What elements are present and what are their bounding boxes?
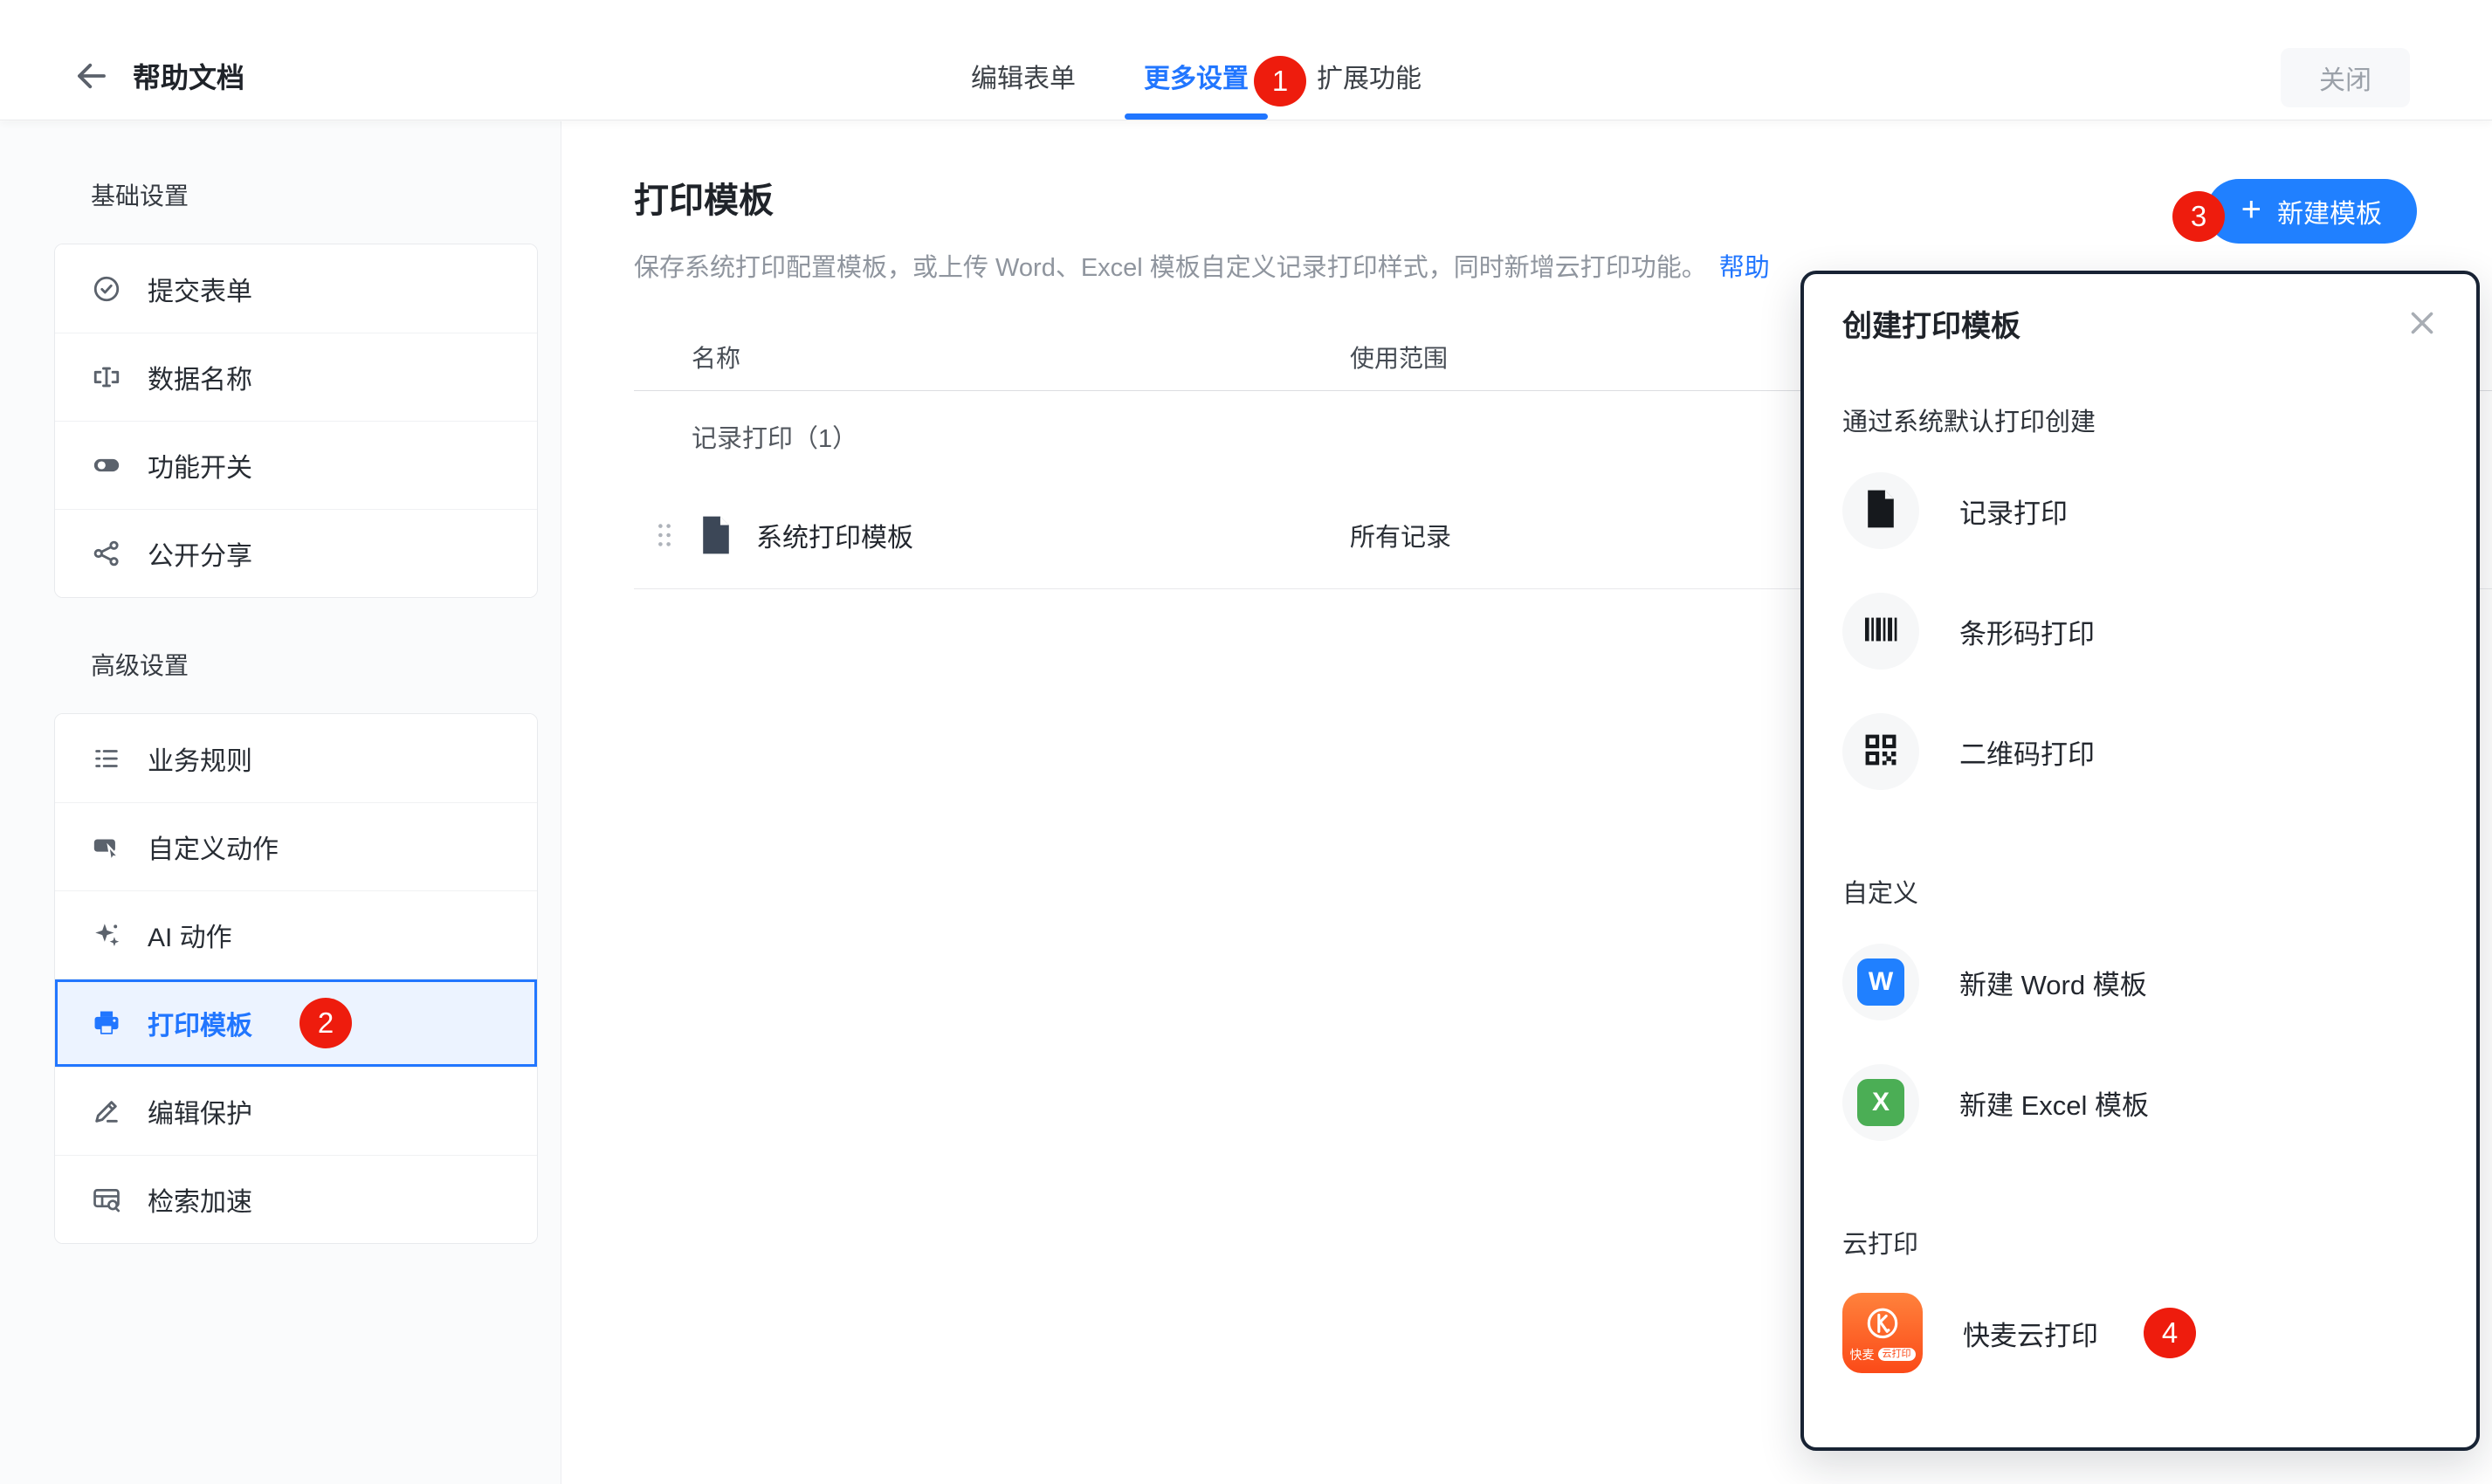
sidebar-item-label: 打印模板 <box>148 1004 252 1042</box>
tab-label: 扩展功能 <box>1317 57 1422 95</box>
modal-section-cloud-print: 云打印 <box>1842 1224 2438 1261</box>
sidebar-item-edit-protection[interactable]: 编辑保护 <box>55 1067 537 1155</box>
kuaimai-icon-text: 快麦 <box>1850 1349 1875 1361</box>
sidebar-item-custom-action[interactable]: 自定义动作 <box>55 802 537 890</box>
word-icon-circle: W <box>1842 944 1919 1020</box>
tab-extensions[interactable]: 扩展功能 <box>1317 31 1422 120</box>
modal-item-label: 二维码打印 <box>1959 732 2095 772</box>
step-badge-3: 3 <box>2172 191 2225 242</box>
document-icon <box>1863 489 1898 533</box>
sidebar-item-ai-action[interactable]: AI 动作 <box>55 890 537 979</box>
kuaimai-logo-icon: 快麦 云打印 <box>1842 1293 1923 1373</box>
excel-icon: X <box>1857 1079 1904 1126</box>
sidebar-item-label: 业务规则 <box>148 739 252 778</box>
sidebar-item-search-acceleration[interactable]: 检索加速 <box>55 1155 537 1243</box>
word-icon: W <box>1857 958 1904 1006</box>
modal-section-system-default: 通过系统默认打印创建 <box>1842 402 2438 438</box>
sidebar-item-label: 编辑保护 <box>148 1092 252 1130</box>
rename-icon <box>92 362 121 392</box>
column-header-name: 名称 <box>634 340 740 374</box>
modal-item-kuaimai-cloud-print[interactable]: 快麦 云打印 快麦云打印 4 <box>1842 1273 2438 1393</box>
sidebar-section-basic: 基础设置 <box>91 177 561 212</box>
create-template-modal: 创建打印模板 通过系统默认打印创建 记录打印 条形码打印 <box>1800 271 2480 1451</box>
share-icon <box>92 539 121 568</box>
template-name: 系统打印模板 <box>756 516 913 554</box>
modal-item-label: 记录打印 <box>1959 491 2068 531</box>
app-window: 帮助文档 编辑表单 更多设置 1 扩展功能 关闭 基础设置 提交表 <box>0 0 2492 1484</box>
sidebar-item-data-name[interactable]: 数据名称 <box>55 333 537 421</box>
modal-section-custom: 自定义 <box>1842 873 2438 910</box>
excel-icon-circle: X <box>1842 1064 1919 1141</box>
tab-edit-form[interactable]: 编辑表单 <box>971 31 1076 120</box>
drag-handle-icon[interactable] <box>655 522 674 548</box>
sidebar-item-submit-form[interactable]: 提交表单 <box>55 244 537 333</box>
plus-icon: + <box>2241 192 2261 227</box>
sidebar-item-label: AI 动作 <box>148 916 232 954</box>
modal-item-label: 新建 Excel 模板 <box>1959 1083 2149 1123</box>
toggle-icon <box>92 450 121 480</box>
list-icon <box>92 744 121 773</box>
description-text: 保存系统打印配置模板，或上传 Word、Excel 模板自定义记录打印样式，同时… <box>634 254 1707 282</box>
sidebar-item-feature-toggle[interactable]: 功能开关 <box>55 421 537 509</box>
tab-bar: 编辑表单 更多设置 1 扩展功能 <box>971 31 1422 120</box>
step-badge-4: 4 <box>2144 1308 2196 1358</box>
arrow-left-icon <box>73 58 110 94</box>
modal-title: 创建打印模板 <box>1842 302 2020 345</box>
sidebar-item-label: 自定义动作 <box>148 828 279 866</box>
tab-label: 更多设置 <box>1144 57 1249 95</box>
template-scope: 所有记录 <box>1350 517 1451 553</box>
modal-item-record-print[interactable]: 记录打印 <box>1842 450 2438 571</box>
sidebar-item-label: 功能开关 <box>148 446 252 484</box>
sidebar-card-basic: 提交表单 数据名称 功能开关 公开分享 <box>54 244 538 598</box>
sidebar-item-print-template[interactable]: 打印模板 2 <box>55 979 537 1067</box>
sidebar-card-advanced: 业务规则 自定义动作 AI 动作 打印模板 2 <box>54 713 538 1244</box>
step-badge-2: 2 <box>299 998 352 1048</box>
modal-item-barcode-print[interactable]: 条形码打印 <box>1842 571 2438 691</box>
modal-item-qrcode-print[interactable]: 二维码打印 <box>1842 691 2438 812</box>
close-icon[interactable] <box>2406 307 2438 339</box>
topbar: 帮助文档 编辑表单 更多设置 1 扩展功能 关闭 <box>0 0 2492 120</box>
sidebar-section-advanced: 高级设置 <box>91 647 561 682</box>
kuaimai-icon-pill: 云打印 <box>1878 1348 1916 1361</box>
pencil-icon <box>92 1096 121 1126</box>
document-icon <box>699 515 733 555</box>
active-tab-underline <box>1125 113 1268 120</box>
printer-icon <box>92 1008 121 1038</box>
help-link[interactable]: 帮助 <box>1719 254 1770 282</box>
tab-label: 编辑表单 <box>971 57 1076 95</box>
sidebar-item-label: 提交表单 <box>148 270 252 308</box>
sidebar-item-public-share[interactable]: 公开分享 <box>55 509 537 597</box>
index-search-icon <box>92 1185 121 1214</box>
barcode-icon-circle <box>1842 593 1919 670</box>
check-circle-icon <box>92 274 121 304</box>
modal-item-label: 新建 Word 模板 <box>1959 963 2147 1002</box>
modal-item-label: 条形码打印 <box>1959 612 2095 651</box>
sidebar-item-label: 数据名称 <box>148 358 252 396</box>
modal-item-label: 快麦云打印 <box>1963 1314 2098 1353</box>
record-print-icon-circle <box>1842 472 1919 549</box>
close-button[interactable]: 关闭 <box>2281 48 2410 107</box>
modal-item-word-template[interactable]: W 新建 Word 模板 <box>1842 922 2438 1042</box>
kuaimai-icon-caption: 快麦 云打印 <box>1850 1348 1916 1361</box>
step-badge-1: 1 <box>1254 56 1306 106</box>
modal-item-excel-template[interactable]: X 新建 Excel 模板 <box>1842 1042 2438 1163</box>
sidebar: 基础设置 提交表单 数据名称 功能开关 <box>0 121 561 1484</box>
column-header-scope: 使用范围 <box>1350 340 1448 374</box>
page-title: 帮助文档 <box>133 56 244 96</box>
modal-header: 创建打印模板 <box>1842 300 2438 346</box>
sidebar-item-label: 检索加速 <box>148 1180 252 1219</box>
sidebar-item-label: 公开分享 <box>148 534 252 573</box>
qrcode-icon <box>1862 731 1900 773</box>
new-template-button[interactable]: + 新建模板 <box>2206 179 2417 244</box>
new-template-button-label: 新建模板 <box>2277 192 2382 230</box>
barcode-icon <box>1861 609 1901 654</box>
qrcode-icon-circle <box>1842 713 1919 790</box>
sparkles-icon <box>92 920 121 950</box>
sidebar-item-business-rules[interactable]: 业务规则 <box>55 714 537 802</box>
tab-more-settings[interactable]: 更多设置 1 <box>1144 31 1249 120</box>
cursor-click-icon <box>92 832 121 862</box>
back-button[interactable]: 帮助文档 <box>73 56 244 96</box>
